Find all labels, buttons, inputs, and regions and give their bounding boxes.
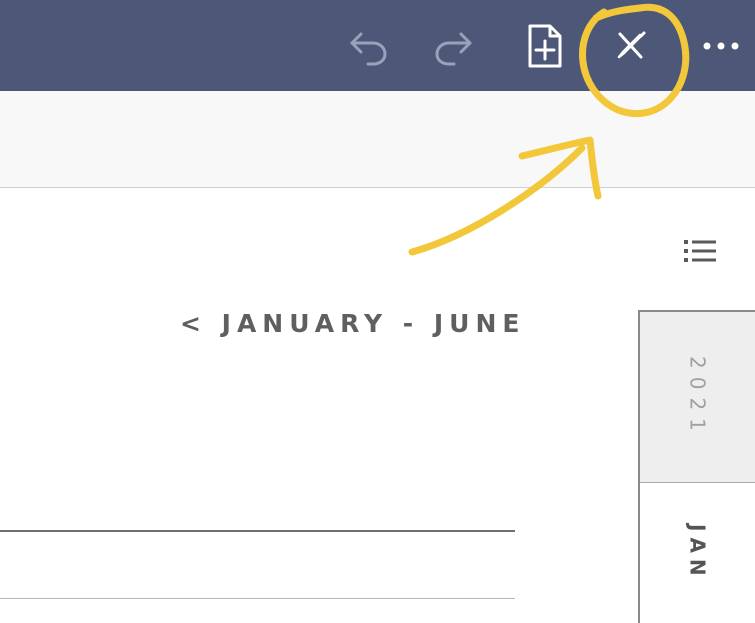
add-page-icon — [528, 24, 562, 68]
tab-month[interactable]: JAN — [640, 483, 755, 623]
undo-icon — [350, 32, 387, 66]
pencil-off-button[interactable] — [606, 22, 654, 70]
more-options-button[interactable] — [697, 22, 745, 70]
divider-line — [0, 598, 515, 599]
tab-year-label: 2021 — [685, 355, 710, 439]
app-window: < JANUARY - JUNE 2021 JAN — [0, 0, 755, 623]
date-range-title[interactable]: < JANUARY - JUNE — [180, 307, 520, 341]
tab-year[interactable]: 2021 — [640, 312, 755, 483]
secondary-toolbar — [0, 91, 755, 188]
top-toolbar — [0, 0, 755, 91]
planner-page: < JANUARY - JUNE 2021 JAN — [0, 188, 755, 623]
more-options-icon — [703, 42, 739, 50]
divider-line — [0, 530, 515, 532]
outline-button[interactable] — [680, 236, 720, 266]
redo-icon — [435, 32, 472, 66]
undo-button[interactable] — [344, 22, 392, 70]
pencil-off-icon — [617, 31, 646, 59]
side-tab-bar: 2021 JAN — [638, 310, 755, 623]
add-page-button[interactable] — [520, 22, 568, 70]
redo-button[interactable] — [430, 22, 478, 70]
tab-month-label: JAN — [685, 524, 710, 582]
list-icon — [684, 240, 716, 262]
